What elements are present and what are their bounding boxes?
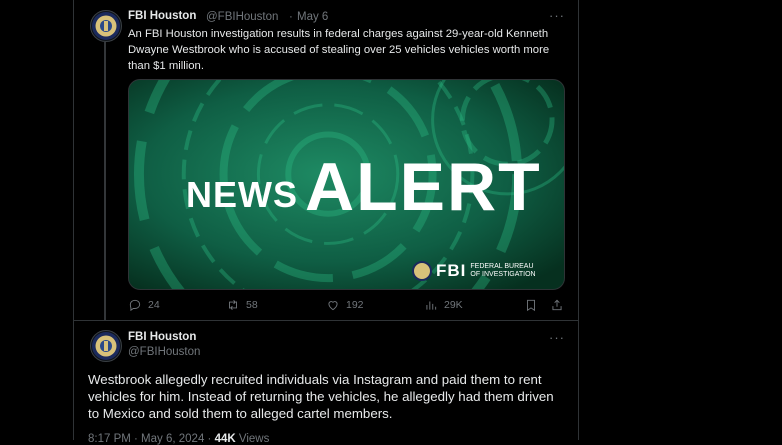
author-name[interactable]: FBI Houston [128, 10, 196, 22]
views-total: 44K [214, 433, 236, 445]
fbi-logo-subtitle: FEDERAL BUREAU OF INVESTIGATION [470, 263, 536, 278]
post-date[interactable]: May 6 [297, 11, 328, 23]
reply-icon [129, 299, 141, 312]
views-count: 29K [444, 299, 463, 311]
tweet-divider [74, 320, 578, 321]
author-handle[interactable]: @FBIHouston [128, 346, 200, 358]
news-alert-image[interactable]: NEWS ALERT FBI FEDERAL BUREAU OF INVESTI… [128, 79, 565, 290]
post-timestamp[interactable]: 8:17 PM · May 6, 2024 · [88, 433, 211, 445]
reply-button[interactable]: 24 [128, 298, 160, 312]
fbi-seal-icon [92, 332, 120, 360]
repost-button[interactable]: 58 [226, 298, 258, 312]
fbi-seal-icon [92, 12, 120, 40]
like-button[interactable]: 192 [326, 298, 364, 312]
bookmark-icon [527, 299, 535, 312]
views-label: Views [238, 433, 270, 445]
reply-count: 24 [148, 299, 160, 311]
tweet-meta: 8:17 PM · May 6, 2024 · 44K Views [88, 433, 269, 445]
bookmark-button[interactable] [524, 298, 538, 312]
fbi-logo-text: FBI [436, 261, 467, 280]
more-options-icon[interactable]: ··· [549, 8, 565, 23]
fbi-seal-icon [412, 261, 432, 281]
share-icon [552, 299, 562, 311]
heart-icon [328, 301, 338, 311]
views-button[interactable]: 29K [424, 298, 463, 312]
thread-connector-line [104, 42, 106, 320]
more-options-icon[interactable]: ··· [549, 330, 565, 345]
views-chart-icon [426, 301, 437, 310]
tweet-text: Westbrook allegedly recruited individual… [88, 372, 554, 421]
share-button[interactable] [550, 298, 564, 312]
like-count: 192 [346, 299, 364, 311]
repost-icon [229, 300, 237, 310]
author-name[interactable]: FBI Houston [128, 331, 196, 343]
avatar[interactable] [90, 10, 122, 42]
author-handle[interactable]: @FBIHouston [206, 11, 278, 23]
alert-word: ALERT [305, 149, 542, 225]
repost-count: 58 [246, 299, 258, 311]
tweet-text: An FBI Houston investigation results in … [128, 28, 550, 72]
tweet-actions: 24 58 192 29K [128, 298, 568, 314]
fbi-logo: FBI FEDERAL BUREAU OF INVESTIGATION [412, 260, 544, 282]
separator-dot: · [289, 11, 293, 23]
avatar[interactable] [90, 330, 122, 362]
news-word: NEWS [186, 174, 298, 215]
